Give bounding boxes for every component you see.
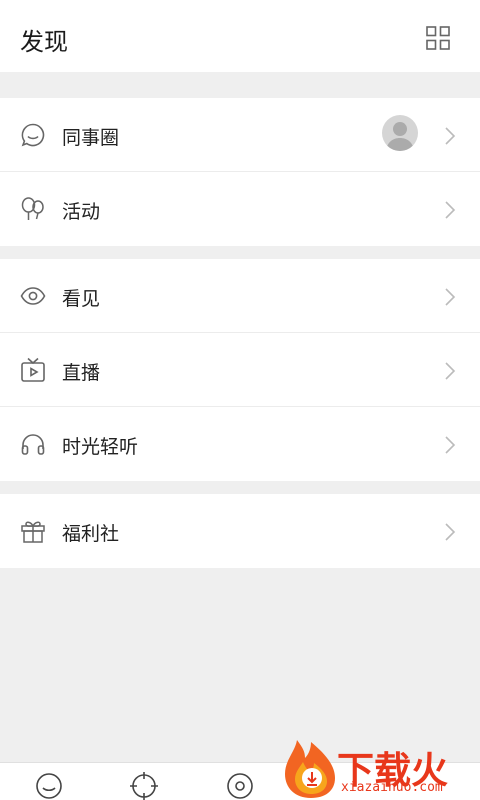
- chat-circle-icon[interactable]: [34, 771, 64, 800]
- list-item-label: 看见: [62, 288, 101, 310]
- chevron-right-icon: [445, 362, 456, 380]
- list-item-colleague-circle[interactable]: 同事圈: [0, 98, 480, 172]
- disc-icon[interactable]: [225, 771, 255, 800]
- watermark-logo: 下载火 xiazaihuo.com: [283, 738, 480, 800]
- list-item-label: 同事圈: [62, 127, 120, 149]
- discover-group-3: 福利社: [0, 494, 480, 568]
- list-item-welfare[interactable]: 福利社: [0, 494, 480, 568]
- headphones-icon: [21, 434, 45, 455]
- eye-icon: [20, 287, 46, 305]
- watermark-url: xiazaihuo.com: [341, 780, 443, 795]
- balloon-icon: [21, 197, 44, 220]
- list-item-time-listen[interactable]: 时光轻听: [0, 407, 480, 481]
- grid-icon[interactable]: [426, 26, 450, 50]
- list-item-label: 时光轻听: [62, 436, 139, 458]
- discover-group-1: 同事圈 活动: [0, 98, 480, 246]
- avatar: [382, 115, 418, 151]
- list-item-activity[interactable]: 活动: [0, 172, 480, 246]
- app-header: 发现: [0, 0, 480, 72]
- chat-bubble-icon: [21, 123, 45, 147]
- list-item-label: 活动: [62, 201, 101, 223]
- page-title: 发现: [20, 28, 68, 56]
- chevron-right-icon: [445, 523, 456, 541]
- tv-play-icon: [21, 357, 45, 382]
- list-item-label: 福利社: [62, 523, 120, 545]
- flame-logo-icon: [285, 740, 335, 798]
- list-item-live[interactable]: 直播: [0, 333, 480, 407]
- chevron-right-icon: [445, 436, 456, 454]
- crosshair-icon[interactable]: [129, 771, 159, 800]
- chevron-right-icon: [445, 127, 456, 145]
- gift-icon: [21, 521, 45, 543]
- discover-group-2: 看见 直播 时光轻听: [0, 259, 480, 481]
- chevron-right-icon: [445, 201, 456, 219]
- list-item-see[interactable]: 看见: [0, 259, 480, 333]
- list-item-label: 直播: [62, 362, 101, 384]
- chevron-right-icon: [445, 288, 456, 306]
